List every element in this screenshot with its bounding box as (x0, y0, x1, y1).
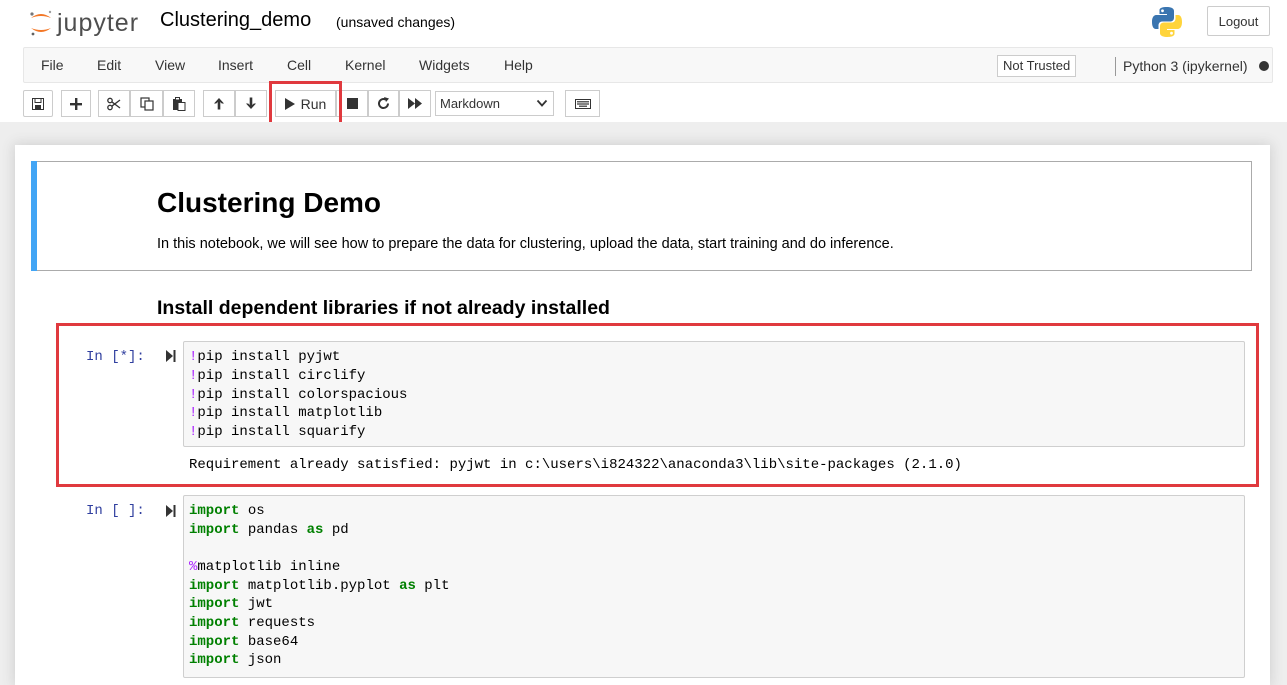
code-line: import requests (189, 615, 316, 631)
header: jupyter Clustering_demo (unsaved changes… (0, 0, 1287, 126)
python-logo-icon (1152, 7, 1182, 37)
keyboard-icon (574, 98, 591, 109)
restart-button[interactable] (368, 90, 399, 117)
paste-icon (173, 96, 186, 111)
chevron-down-icon (536, 99, 548, 107)
paste-button[interactable] (163, 90, 195, 117)
cut-button[interactable] (98, 90, 130, 117)
jupyter-logo-icon (30, 10, 52, 36)
markdown-paragraph: In this notebook, we will see how to pre… (157, 236, 894, 252)
menu-kernel[interactable]: Kernel (345, 48, 385, 84)
fast-forward-icon (408, 98, 422, 109)
menu-view[interactable]: View (155, 48, 185, 84)
stop-icon (346, 98, 358, 109)
cell2-prompt: In [ ]: (86, 503, 145, 519)
copy-icon (139, 96, 154, 111)
cell1-prompt: In [*]: (86, 349, 145, 365)
jupyter-logo[interactable]: jupyter (28, 8, 139, 38)
kernel-separator (1115, 57, 1116, 76)
code-line: !pip install squarify (189, 424, 366, 440)
restart-run-all-button[interactable] (399, 90, 431, 117)
save-status: (unsaved changes) (336, 14, 456, 30)
code-line: import json (189, 652, 282, 668)
copy-button[interactable] (130, 90, 163, 117)
restart-icon (378, 97, 390, 110)
code-line: import jwt (189, 596, 274, 612)
code-line: !pip install circlify (189, 368, 366, 384)
menu-cell[interactable]: Cell (287, 48, 311, 84)
move-down-button[interactable] (235, 90, 267, 117)
menu-insert[interactable]: Insert (218, 48, 253, 84)
code-line: import pandas as pd (189, 522, 349, 538)
insert-cell-button[interactable] (61, 90, 91, 117)
markdown-title: Clustering Demo (157, 187, 382, 218)
cell-type-value: Markdown (440, 96, 500, 111)
code-line: !pip install matplotlib (189, 405, 383, 421)
cut-icon (107, 97, 121, 110)
save-button[interactable] (23, 90, 53, 117)
cell-type-select[interactable]: Markdown (435, 91, 554, 116)
run-cell-icon[interactable] (166, 350, 176, 362)
cell1-code-area[interactable]: !pip install pyjwt !pip install circlify… (183, 341, 1245, 447)
code-line: import os (189, 503, 265, 519)
logout-button[interactable]: Logout (1207, 6, 1270, 36)
arrow-down-icon (246, 97, 256, 109)
arrow-up-icon (214, 98, 224, 110)
kernel-status-indicator (1259, 61, 1269, 71)
code-line: import matplotlib.pyplot as plt (189, 578, 450, 594)
code-line: import base64 (189, 634, 299, 650)
section-heading: Install dependent libraries if not alrea… (157, 297, 610, 319)
code-line: %matplotlib inline (189, 559, 341, 575)
notebook-name[interactable]: Clustering_demo (160, 9, 311, 32)
menu-edit[interactable]: Edit (97, 48, 121, 84)
menu-widgets[interactable]: Widgets (419, 48, 470, 84)
menu-file[interactable]: File (41, 48, 64, 84)
save-icon (32, 97, 44, 110)
cell2-code-area[interactable]: import os import pandas as pd %matplotli… (183, 495, 1245, 678)
menubar: File Edit View Insert Cell Kernel Widget… (23, 47, 1273, 83)
plus-icon (70, 97, 82, 110)
menu-help[interactable]: Help (504, 48, 533, 84)
logo-text: jupyter (57, 8, 140, 37)
kernel-name[interactable]: Python 3 (ipykernel) (1123, 48, 1248, 84)
move-up-button[interactable] (203, 90, 235, 117)
command-palette-button[interactable] (565, 90, 600, 117)
code-line: !pip install pyjwt (189, 349, 341, 365)
selected-cell-indicator (31, 161, 37, 271)
cell1-output: Requirement already satisfied: pyjwt in … (189, 457, 962, 473)
code-line: !pip install colorspacious (189, 387, 408, 403)
run-cell-icon[interactable] (166, 505, 176, 517)
trust-button[interactable]: Not Trusted (997, 55, 1077, 77)
run-button-highlight (269, 81, 342, 126)
